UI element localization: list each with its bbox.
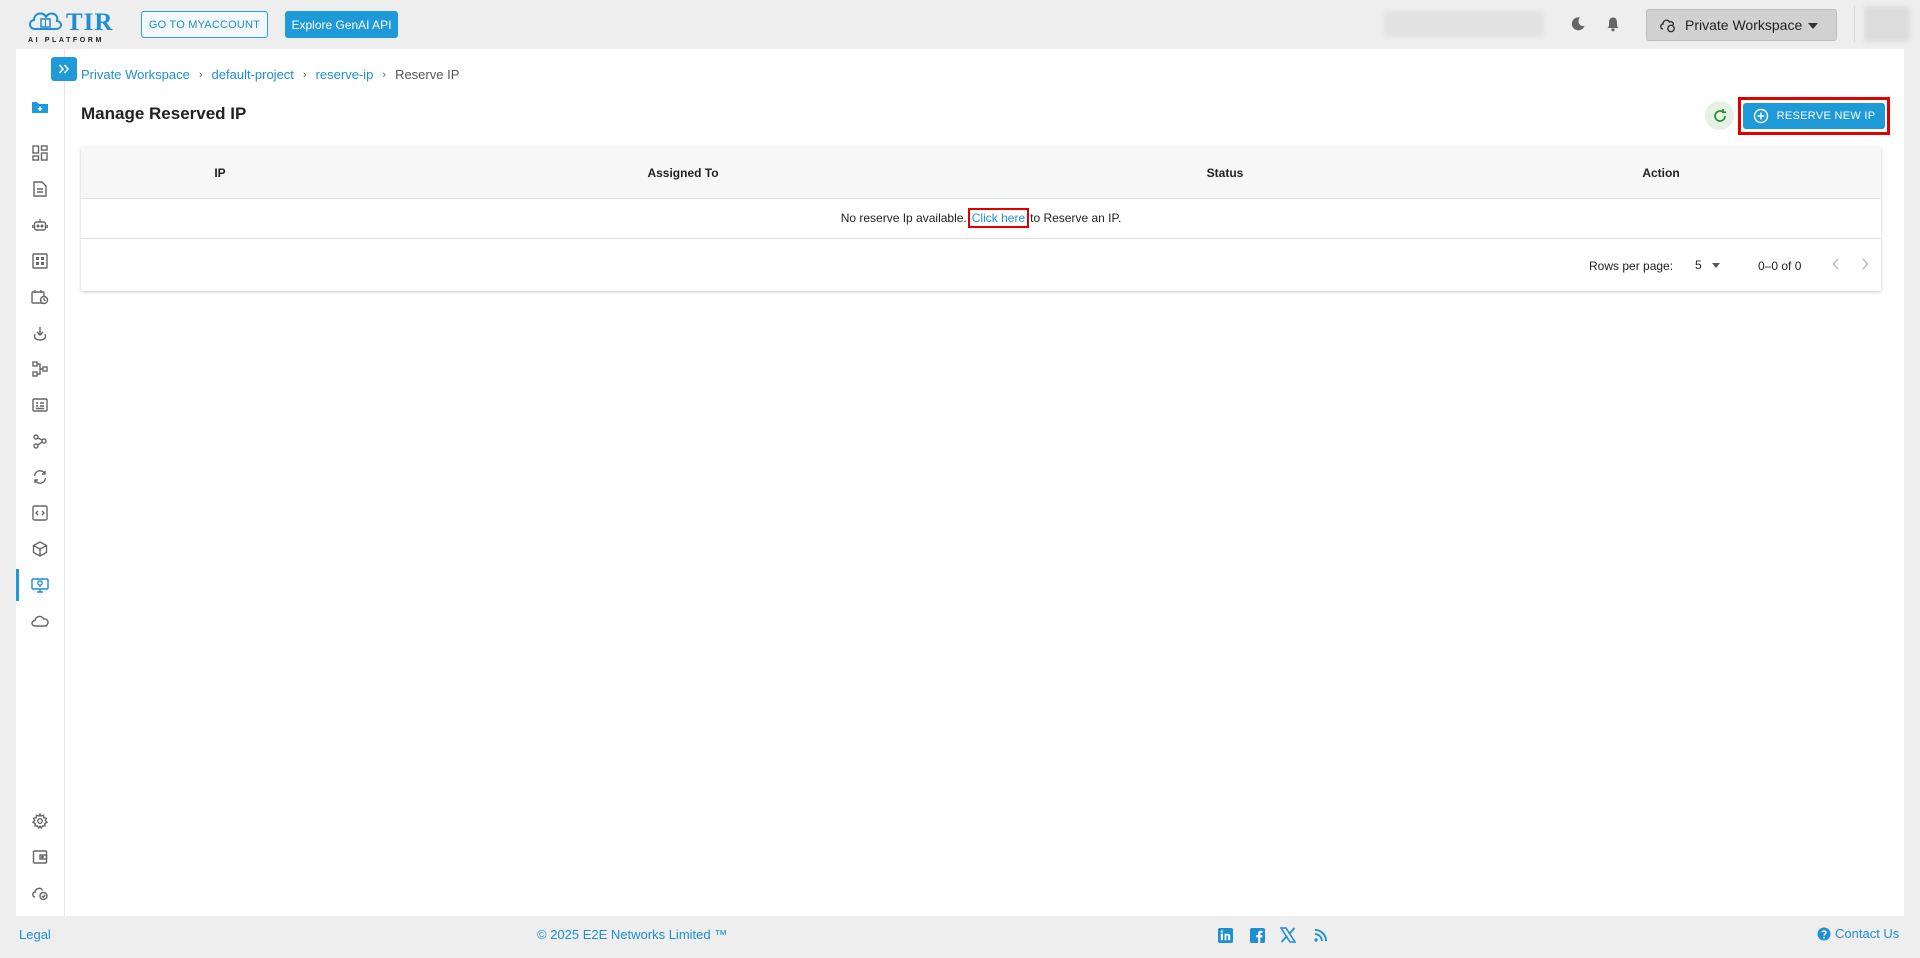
help-circle-icon (1817, 927, 1831, 940)
reserved-ip-table: IP Assigned To Status Action No reserve … (81, 147, 1881, 291)
copyright-text: © 2025 E2E Networks Limited ™ (537, 927, 728, 942)
top-bar: TIR AI PLATFORM GO TO MYACCOUNT Explore … (0, 0, 1920, 48)
sidebar (16, 49, 65, 916)
reserve-new-ip-button[interactable]: RESERVE NEW IP (1743, 103, 1885, 129)
column-header-status[interactable]: Status (1207, 147, 1244, 198)
go-to-myaccount-button[interactable]: GO TO MYACCOUNT (141, 11, 268, 38)
breadcrumb-workspace[interactable]: Private Workspace (81, 67, 190, 82)
breadcrumb-project[interactable]: default-project (212, 67, 294, 82)
sync-icon (33, 470, 47, 484)
sidebar-item-models[interactable] (16, 533, 64, 565)
cloud-icon (31, 615, 49, 627)
share-network-icon (33, 434, 47, 449)
reserve-ip-icon (31, 578, 49, 593)
refresh-button[interactable] (1705, 101, 1734, 130)
explore-genai-api-button[interactable]: Explore GenAI API (285, 11, 398, 38)
sidebar-item-apps[interactable] (16, 245, 64, 277)
rows-per-page-label: Rows per page: (1589, 259, 1674, 273)
next-page-button[interactable] (1856, 255, 1874, 273)
column-header-action[interactable]: Action (1642, 147, 1679, 198)
cloud-logo-icon (29, 12, 62, 30)
column-header-ip[interactable]: IP (214, 147, 225, 198)
chevron-right-icon (1862, 258, 1869, 270)
sidebar-item-notebooks[interactable] (16, 173, 64, 205)
table-header: IP Assigned To Status Action (81, 147, 1881, 199)
page-title: Manage Reserved IP (81, 104, 247, 123)
sidebar-item-settings[interactable] (16, 805, 64, 837)
sidebar-item-billing[interactable] (16, 841, 64, 873)
empty-state-text: No reserve Ip available. (840, 211, 967, 225)
sidebar-item-agents[interactable] (16, 209, 64, 241)
folder-add-icon (32, 102, 48, 113)
cube-icon (32, 541, 48, 557)
facebook-icon[interactable] (1248, 926, 1266, 944)
sidebar-item-security[interactable] (16, 877, 64, 909)
pagination-range: 0–0 of 0 (1758, 259, 1802, 273)
workspace-selector[interactable]: Private Workspace (1646, 9, 1837, 41)
add-circle-icon (1753, 108, 1768, 124)
chevron-down-icon (1808, 23, 1818, 29)
notification-bell-icon[interactable] (1603, 14, 1623, 34)
double-chevron-right-icon (58, 64, 70, 74)
breadcrumb-current: Reserve IP (395, 67, 460, 82)
sidebar-item-create-folder[interactable] (16, 91, 64, 123)
secure-cloud-icon (32, 887, 48, 901)
theme-toggle-icon[interactable] (1568, 14, 1588, 34)
rss-icon[interactable] (1311, 926, 1329, 944)
registry-icon (32, 398, 48, 412)
apps-grid-icon (32, 253, 48, 269)
empty-state-row: No reserve Ip available. Click here to R… (81, 198, 1881, 239)
avatar[interactable] (1864, 6, 1910, 42)
document-icon (33, 181, 47, 197)
sidebar-item-dashboard[interactable] (16, 137, 64, 169)
chevron-down-icon[interactable] (1712, 263, 1720, 268)
linkedin-icon[interactable] (1216, 926, 1234, 944)
sidebar-item-deployments[interactable] (16, 317, 64, 349)
breadcrumb-separator: › (302, 68, 307, 81)
pagination: Rows per page: 5 0–0 of 0 (81, 239, 1881, 291)
click-here-link[interactable]: Click here (967, 208, 1030, 228)
chevron-left-icon (1832, 258, 1839, 270)
empty-state-text-suffix: to Reserve an IP. (1030, 211, 1122, 225)
wallet-icon (32, 850, 48, 864)
redacted-region (1384, 11, 1544, 37)
sidebar-item-reserve-ip[interactable] (16, 569, 64, 601)
previous-page-button[interactable] (1827, 255, 1845, 273)
breadcrumb-separator: › (382, 68, 387, 81)
refresh-icon (1713, 108, 1726, 122)
x-twitter-icon[interactable] (1279, 926, 1297, 944)
workspace-icon (1660, 19, 1675, 33)
footer: Legal © 2025 E2E Networks Limited ™ Cont… (0, 916, 1920, 958)
reserve-new-ip-label: RESERVE NEW IP (1776, 110, 1876, 122)
column-header-assigned-to[interactable]: Assigned To (647, 147, 718, 198)
sidebar-item-scheduled-jobs[interactable] (16, 281, 64, 313)
breadcrumb-separator: › (198, 68, 203, 81)
deploy-icon (33, 327, 47, 341)
divider (1854, 6, 1855, 42)
workspace-label: Private Workspace (1685, 17, 1803, 33)
calendar-clock-icon (31, 290, 49, 305)
code-icon (32, 505, 48, 521)
sidebar-item-code[interactable] (16, 497, 64, 529)
sidebar-item-cloud[interactable] (16, 605, 64, 637)
logo-subtext: AI PLATFORM (28, 37, 104, 44)
rows-per-page-select[interactable]: 5 (1695, 258, 1702, 272)
robot-icon (32, 219, 48, 231)
sidebar-item-sync[interactable] (16, 461, 64, 493)
tir-logo[interactable]: TIR AI PLATFORM (26, 7, 118, 44)
breadcrumb: Private Workspace › default-project › re… (81, 67, 459, 82)
expand-sidebar-button[interactable] (51, 57, 77, 81)
pipeline-icon (32, 361, 48, 377)
contact-us-link[interactable]: Contact Us (1817, 926, 1899, 941)
sidebar-item-pipelines[interactable] (16, 353, 64, 385)
logo-text: TIR (66, 9, 114, 36)
dashboard-icon (32, 145, 48, 161)
breadcrumb-reserve-ip[interactable]: reserve-ip (316, 67, 374, 82)
sidebar-item-registry[interactable] (16, 389, 64, 421)
contact-us-label: Contact Us (1835, 926, 1900, 941)
legal-link[interactable]: Legal (19, 927, 51, 942)
settings-gear-icon (32, 813, 48, 829)
sidebar-item-integrations[interactable] (16, 425, 64, 457)
